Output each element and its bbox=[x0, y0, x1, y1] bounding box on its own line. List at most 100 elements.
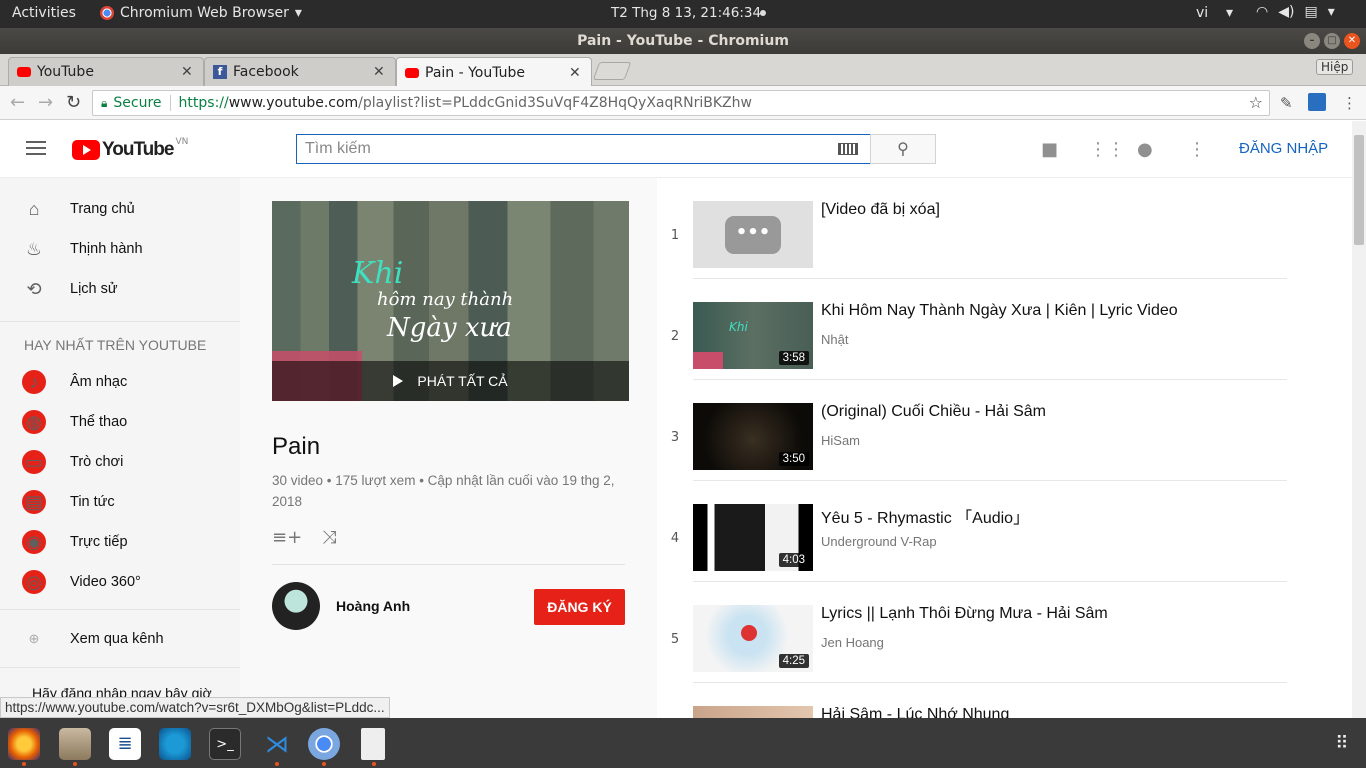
channel-name[interactable]: HiSam bbox=[821, 433, 860, 448]
sports-icon: ◍ bbox=[22, 410, 46, 434]
settings-more-icon[interactable]: ⋮ bbox=[1188, 139, 1206, 160]
youtube-logo[interactable]: YouTube VN bbox=[72, 137, 188, 161]
video-thumbnail[interactable]: 4:03 bbox=[693, 504, 813, 571]
scrollbar-thumb[interactable] bbox=[1354, 135, 1364, 245]
close-window-button[interactable]: ✕ bbox=[1344, 33, 1360, 49]
reload-button[interactable]: ↻ bbox=[66, 92, 81, 113]
back-button[interactable]: ← bbox=[10, 92, 25, 113]
eyedropper-extension-icon[interactable]: ✎ bbox=[1280, 94, 1293, 112]
tab-youtube[interactable]: YouTube ✕ bbox=[8, 57, 204, 86]
input-language[interactable]: vi bbox=[1196, 5, 1208, 21]
list-item[interactable]: 6 Hải Sâm - Lúc Nhớ Nhung bbox=[657, 683, 1352, 718]
maximize-button[interactable]: □ bbox=[1324, 33, 1340, 49]
shuffle-icon[interactable]: ⤨ bbox=[322, 527, 336, 548]
sidebar-item-home[interactable]: ⌂ Trang chủ bbox=[0, 189, 240, 229]
forward-button[interactable]: → bbox=[38, 92, 53, 113]
fire-icon: ♨ bbox=[25, 238, 43, 259]
running-indicator bbox=[22, 762, 26, 766]
activities-button[interactable]: Activities bbox=[12, 5, 76, 21]
browser-toolbar: ← → ↻ 🔒︎ Secure https://www.youtube.com /… bbox=[0, 86, 1366, 120]
list-item[interactable]: 1 ••• [Video đã bị xóa] bbox=[657, 178, 1352, 279]
channel-name[interactable]: Nhật bbox=[821, 332, 848, 347]
video-thumbnail[interactable]: 4:25 bbox=[693, 605, 813, 672]
video-title[interactable]: Khi Hôm Nay Thành Ngày Xưa | Kiên | Lyri… bbox=[821, 302, 1178, 320]
system-top-bar: Activities Chromium Web Browser ▾ T2 Thg… bbox=[0, 0, 1366, 28]
list-item[interactable]: 2 Khi 3:58 Khi Hôm Nay Thành Ngày Xưa | … bbox=[657, 279, 1352, 380]
thumbnail-artwork-text: Khi bbox=[352, 256, 404, 291]
tab-facebook[interactable]: f Facebook ✕ bbox=[204, 57, 396, 86]
sidebar-item-news[interactable]: ▤ Tin tức bbox=[0, 482, 240, 522]
sidebar-item-sports[interactable]: ◍ Thể thao bbox=[0, 402, 240, 442]
sidebar-item-gaming[interactable]: ▭ Trò chơi bbox=[0, 442, 240, 482]
extension-icon[interactable] bbox=[1308, 93, 1326, 111]
sidebar-item-label: Trang chủ bbox=[70, 201, 135, 217]
close-tab-icon[interactable]: ✕ bbox=[373, 64, 395, 80]
list-item[interactable]: 4 4:03 Yêu 5 - Rhymastic 「Audio」 Undergr… bbox=[657, 481, 1352, 582]
video-thumbnail[interactable] bbox=[693, 706, 813, 718]
hamburger-menu-icon[interactable] bbox=[26, 141, 46, 155]
volume-icon: ◀) bbox=[1278, 4, 1295, 20]
bookmark-star-icon[interactable]: ☆ bbox=[1249, 93, 1263, 112]
sidebar-item-music[interactable]: ♪ Âm nhạc bbox=[0, 362, 240, 402]
list-item[interactable]: 3 3:50 (Original) Cuối Chiều - Hải Sâm H… bbox=[657, 380, 1352, 481]
video-thumbnail[interactable]: 3:50 bbox=[693, 403, 813, 470]
chromium-icon[interactable] bbox=[308, 728, 340, 760]
playlist-thumbnail[interactable]: Khi hôm nay thành Ngày xưa PHÁT TẤT CẢ bbox=[272, 201, 629, 401]
blank-document-icon[interactable] bbox=[361, 728, 385, 760]
play-all-label: PHÁT TẤT CẢ bbox=[417, 373, 508, 389]
sidebar-item-trending[interactable]: ♨ Thịnh hành bbox=[0, 229, 240, 269]
sign-in-button[interactable]: ĐĂNG NHẬP bbox=[1239, 140, 1328, 157]
channel-name[interactable]: Underground V-Rap bbox=[821, 534, 937, 549]
apps-grid-icon[interactable]: ⋮⋮ bbox=[1089, 139, 1125, 160]
video-title[interactable]: Lyrics || Lạnh Thôi Đừng Mưa - Hải Sâm bbox=[821, 605, 1108, 623]
minimize-button[interactable]: – bbox=[1304, 33, 1320, 49]
messages-icon[interactable]: ● bbox=[1137, 139, 1153, 160]
keyboard-icon[interactable] bbox=[838, 143, 858, 155]
show-applications-icon[interactable]: ⠿ bbox=[1326, 728, 1358, 760]
profile-button[interactable]: Hiệp bbox=[1316, 59, 1354, 75]
search-button[interactable]: ⚲ bbox=[870, 134, 936, 164]
avatar[interactable] bbox=[272, 582, 320, 630]
page-scrollbar[interactable] bbox=[1352, 121, 1366, 718]
sidebar-item-live[interactable]: ◉ Trực tiếp bbox=[0, 522, 240, 562]
more-dots-icon: ••• bbox=[725, 216, 781, 254]
window-controls: – □ ✕ bbox=[1304, 33, 1360, 49]
sidebar-item-browse-channels[interactable]: ⊕ Xem qua kênh bbox=[0, 619, 240, 659]
system-tray[interactable]: ◠ ◀) ▤ ▾ bbox=[1256, 4, 1335, 20]
app-menu[interactable]: Chromium Web Browser ▾ bbox=[100, 5, 302, 21]
playlist-title[interactable]: Pain bbox=[272, 433, 320, 461]
video-thumbnail[interactable]: Khi 3:58 bbox=[693, 302, 813, 369]
app-icon[interactable] bbox=[159, 728, 191, 760]
text-document-icon[interactable]: ≣ bbox=[109, 728, 141, 760]
upload-video-icon[interactable]: ■ bbox=[1041, 139, 1058, 160]
video-title[interactable]: (Original) Cuối Chiều - Hải Sâm bbox=[821, 403, 1046, 421]
play-all-button[interactable]: PHÁT TẤT CẢ bbox=[272, 361, 629, 401]
sidebar-item-label: Thể thao bbox=[70, 414, 128, 430]
video-thumbnail[interactable]: ••• bbox=[693, 201, 813, 268]
close-tab-icon[interactable]: ✕ bbox=[181, 64, 203, 80]
lock-icon: 🔒︎ bbox=[101, 95, 108, 110]
file-manager-icon[interactable] bbox=[59, 728, 91, 760]
sidebar-item-video-360[interactable]: ◎ Video 360° bbox=[0, 562, 240, 602]
channel-name[interactable]: Jen Hoang bbox=[821, 635, 884, 650]
sidebar-item-label: Âm nhạc bbox=[70, 374, 128, 390]
search-input[interactable]: Tìm kiếm bbox=[296, 134, 871, 164]
video-title[interactable]: [Video đã bị xóa] bbox=[821, 201, 940, 219]
terminal-icon[interactable]: >_ bbox=[209, 728, 241, 760]
chrome-menu-icon[interactable]: ⋮ bbox=[1342, 94, 1357, 112]
playlist-owner[interactable]: Hoàng Anh bbox=[336, 598, 410, 614]
list-item[interactable]: 5 4:25 Lyrics || Lạnh Thôi Đừng Mưa - Hả… bbox=[657, 582, 1352, 683]
address-bar[interactable]: 🔒︎ Secure https://www.youtube.com/playli… bbox=[92, 90, 1270, 116]
tab-label: Pain - YouTube bbox=[425, 64, 526, 81]
clock[interactable]: T2 Thg 8 13, 21:46:34 bbox=[611, 5, 761, 21]
subscribe-button[interactable]: ĐĂNG KÝ bbox=[534, 589, 625, 625]
firefox-icon[interactable] bbox=[8, 728, 40, 760]
video-title[interactable]: Hải Sâm - Lúc Nhớ Nhung bbox=[821, 706, 1009, 718]
close-tab-icon[interactable]: ✕ bbox=[569, 65, 591, 81]
add-to-playlist-icon[interactable]: ≡+ bbox=[272, 527, 302, 548]
tab-pain-youtube[interactable]: Pain - YouTube ✕ bbox=[396, 57, 592, 87]
vscode-icon[interactable]: ⋊ bbox=[261, 728, 293, 760]
video-title[interactable]: Yêu 5 - Rhymastic 「Audio」 bbox=[821, 504, 1029, 528]
sidebar-item-history[interactable]: ⟲ Lịch sử bbox=[0, 269, 240, 309]
new-tab-button[interactable] bbox=[592, 62, 632, 80]
